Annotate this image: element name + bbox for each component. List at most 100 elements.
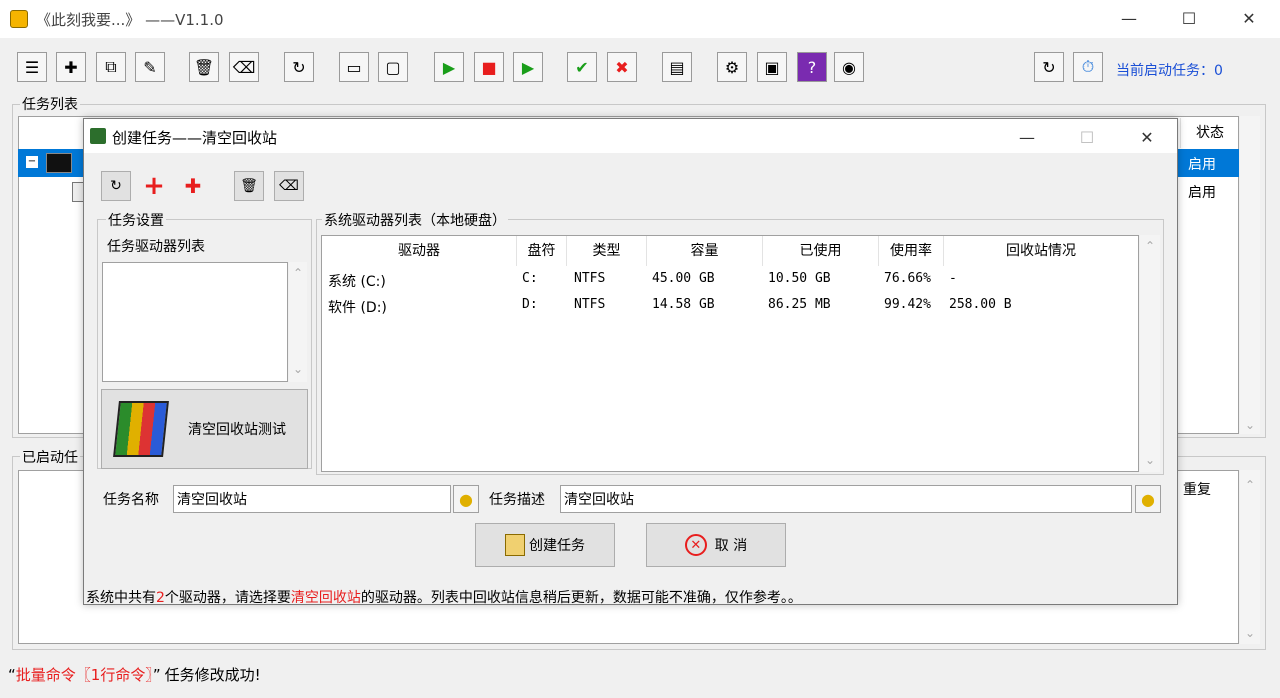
status-highlight: 批量命令〖1行命令〗 [15,666,153,684]
create-task-dialog: 创建任务——清空回收站 — ☐ ✕ ↻ + ✚ 🗑 ⌫ 任务设置 任务驱动器列表… [83,118,1178,607]
started-tasks-scrollbar[interactable]: ⌃ ⌄ [1240,470,1260,644]
cell-type: NTFS [574,297,606,312]
minimize-button[interactable]: — [1106,6,1152,32]
delete-icon[interactable]: 🗑 [189,52,219,82]
cell-drive: 软件 (D:) [328,300,387,316]
task-drive-list[interactable] [102,262,288,382]
task-name-label: 任务名称 [103,492,159,508]
column-header-recycle[interactable]: 回收站情况 [944,236,1138,266]
app-icon [10,10,28,28]
resume-icon[interactable]: ▶ [513,52,543,82]
edit-task-icon[interactable]: ✎ [135,52,165,82]
task-status: 启用 [1188,185,1216,201]
cell-recycle: 258.00 B [949,297,1012,312]
about-icon[interactable]: ◉ [834,52,864,82]
cell-capacity: 14.58 GB [652,297,715,312]
dialog-minimize-button[interactable]: — [1004,125,1050,151]
new-task-icon[interactable]: ✚ [56,52,86,82]
cell-letter: C: [522,271,538,286]
cell-drive: 系统 (C:) [328,274,386,290]
drive-table[interactable]: 驱动器 盘符 类型 容量 已使用 使用率 回收站情况 系统 (C:) C: NTFS… [321,235,1139,472]
cancel-icon: ✕ [684,534,707,556]
drive-table-header: 驱动器 盘符 类型 容量 已使用 使用率 回收站情况 [322,236,1138,266]
task-list-group-title: 任务列表 [20,94,80,114]
stop-icon[interactable]: ■ [474,52,504,82]
drive-table-row[interactable]: 软件 (D:) D: NTFS 14.58 GB 86.25 MB 99.42% 258.0… [322,294,1138,318]
dialog-clear-icon[interactable]: ⌫ [274,171,304,201]
refresh-icon[interactable]: ↻ [284,52,314,82]
cancel-label: 取 消 [714,538,748,554]
tree-collapse-icon[interactable]: − [26,156,38,168]
dialog-add-icon[interactable]: + [139,171,169,201]
window-title: 《此刻我要...》 ——V1.1.0 [36,11,224,29]
column-header-drive[interactable]: 驱动器 [322,236,517,266]
scroll-up-icon[interactable]: ⌃ [293,266,303,280]
cmd-icon [46,153,72,173]
scroll-down-icon[interactable]: ⌄ [1145,453,1155,467]
column-header-letter[interactable]: 盘符 [517,236,567,266]
cell-capacity: 45.00 GB [652,271,715,286]
repeat-column-header[interactable]: 重复 [1183,479,1211,499]
dialog-refresh-icon[interactable]: ↻ [101,171,131,201]
create-task-icon [505,534,525,556]
cell-usage: 99.42% [884,297,931,312]
drive-table-title: 系统驱动器列表（本地硬盘） [322,210,508,230]
create-task-button[interactable]: 创建任务 [475,523,615,567]
settings-icon[interactable]: ⚙ [717,52,747,82]
task-tree-scrollbar[interactable]: ⌄ [1240,116,1260,434]
task-name-input[interactable] [173,485,451,513]
help-icon[interactable]: ? [797,52,827,82]
reload-icon[interactable]: ↻ [1034,52,1064,82]
clear-icon[interactable]: ⌫ [229,52,259,82]
dialog-delete-icon[interactable]: 🗑 [234,171,264,201]
status-quote-open: “ [8,666,16,684]
column-header-usage[interactable]: 使用率 [879,236,944,266]
dialog-add-multi-icon[interactable]: ✚ [178,171,208,201]
image-icon[interactable]: ▣ [757,52,787,82]
column-header-capacity[interactable]: 容量 [647,236,763,266]
notes-icon[interactable]: ▤ [662,52,692,82]
timer-icon[interactable]: ⏱ [1073,52,1103,82]
dialog-title: 创建任务——清空回收站 [112,129,278,147]
enable-icon[interactable]: ✔ [567,52,597,82]
scroll-up-icon[interactable]: ⌃ [1245,478,1255,492]
scroll-down-icon[interactable]: ⌄ [293,362,303,376]
name-hint-bulb-icon[interactable]: ● [453,485,479,513]
drive-table-scrollbar[interactable]: ⌃ ⌄ [1140,235,1160,472]
empty-recycle-bin-test-button[interactable]: 清空回收站测试 [101,389,308,469]
info-part3: 的驱动器。列表中回收站信息稍后更新，数据可能不准确，仅作参考。。 [360,590,802,606]
disable-icon[interactable]: ✖ [607,52,637,82]
status-column-header[interactable]: 状态 [1180,118,1239,148]
test-button-label: 清空回收站测试 [188,422,286,438]
copy-task-icon[interactable]: ⧉ [96,52,126,82]
info-part1: 系统中共有 [86,590,156,606]
dialog-maximize-button: ☐ [1079,128,1095,147]
task-desc-input[interactable] [560,485,1132,513]
scroll-up-icon[interactable]: ⌃ [1145,239,1155,253]
cell-letter: D: [522,297,538,312]
scroll-down-icon[interactable]: ⌄ [1245,418,1255,432]
dialog-close-button[interactable]: ✕ [1124,125,1170,151]
status-text: 任务修改成功! [164,666,261,684]
start-icon[interactable]: ▶ [434,52,464,82]
drive-list-label: 任务驱动器列表 [107,239,205,255]
info-part2: 个驱动器，请选择要 [164,590,291,606]
dialog-info-text: 系统中共有2个驱动器，请选择要清空回收站的驱动器。列表中回收站信息稍后更新，数据… [86,587,802,607]
cancel-button[interactable]: ✕ 取 消 [646,523,786,567]
cell-recycle: - [949,271,957,286]
desc-hint-bulb-icon[interactable]: ● [1135,485,1161,513]
task-status: 启用 [1188,157,1216,173]
column-header-used[interactable]: 已使用 [763,236,879,266]
task-desc-label: 任务描述 [489,492,545,508]
scroll-down-icon[interactable]: ⌄ [1245,626,1255,640]
drive-table-row[interactable]: 系统 (C:) C: NTFS 45.00 GB 10.50 GB 76.66% - [322,268,1138,292]
maximize-button[interactable]: ☐ [1166,6,1212,32]
status-message: “批量命令〖1行命令〗” 任务修改成功! [8,664,261,685]
window-blank-icon[interactable]: ▢ [378,52,408,82]
close-button[interactable]: ✕ [1226,6,1272,32]
window-minimize-icon[interactable]: ▭ [339,52,369,82]
column-header-type[interactable]: 类型 [567,236,647,266]
task-drive-list-scrollbar[interactable]: ⌃ ⌄ [289,262,307,382]
started-tasks-group-title: 已启动任 [20,447,80,467]
task-list-icon[interactable]: ☰ [17,52,47,82]
